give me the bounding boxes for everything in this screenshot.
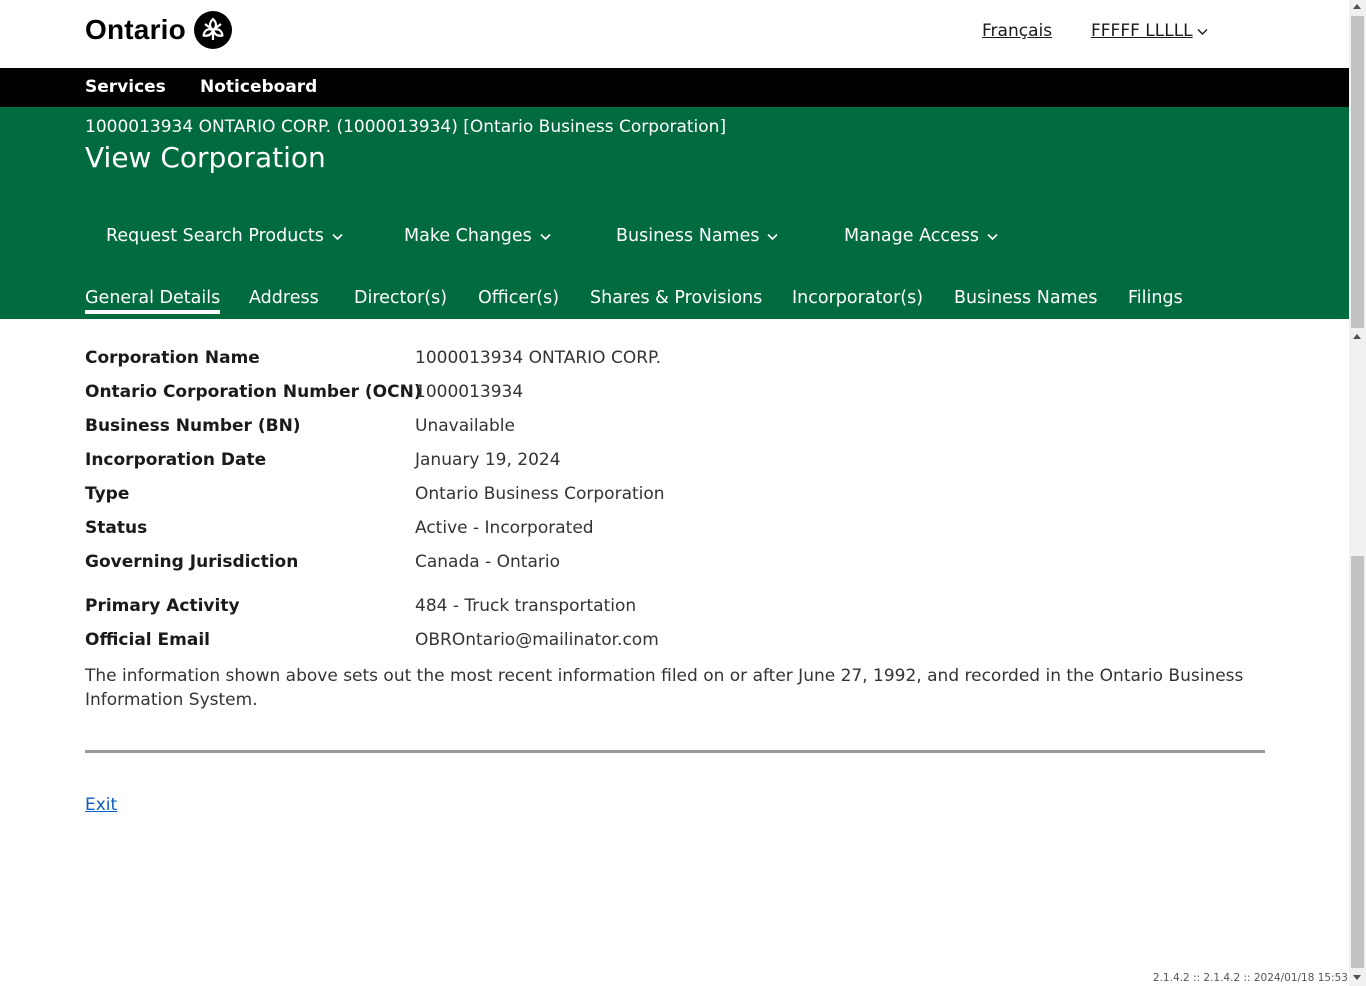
make-changes-menu[interactable]: Make Changes: [404, 226, 551, 246]
divider: [85, 750, 1265, 753]
detail-value: 1000013934: [415, 382, 524, 402]
detail-label: Status: [85, 518, 148, 538]
detail-row-ocn: Ontario Corporation Number (OCN) 1000013…: [85, 382, 1265, 406]
detail-value: Unavailable: [415, 416, 515, 436]
manage-access-menu[interactable]: Manage Access: [844, 226, 998, 246]
detail-label: Ontario Corporation Number (OCN): [85, 382, 422, 402]
vertical-scrollbar[interactable]: [1349, 0, 1366, 986]
tab-filings[interactable]: Filings: [1128, 288, 1183, 308]
chevron-down-icon: [987, 226, 998, 246]
detail-row-primary-activity: Primary Activity 484 - Truck transportat…: [85, 596, 1265, 620]
exit-link[interactable]: Exit: [85, 795, 117, 815]
make-changes-label: Make Changes: [404, 226, 532, 246]
business-names-menu-label: Business Names: [616, 226, 760, 246]
detail-value: Active - Incorporated: [415, 518, 594, 538]
detail-label: Official Email: [85, 630, 210, 650]
detail-label: Corporation Name: [85, 348, 260, 368]
tab-general-details[interactable]: General Details: [85, 288, 221, 314]
detail-row-status: Status Active - Incorporated: [85, 518, 1265, 542]
page-title: View Corporation: [85, 141, 326, 174]
chevron-down-icon: [1197, 21, 1208, 41]
corporation-header: 1000013934 ONTARIO CORP. (1000013934) [O…: [0, 107, 1349, 319]
scroll-up-arrow-icon[interactable]: [1353, 334, 1361, 339]
detail-row-business-number: Business Number (BN) Unavailable: [85, 416, 1265, 440]
version-info: 2.1.4.2 :: 2.1.4.2 :: 2024/01/18 15:53: [1152, 972, 1348, 984]
detail-row-governing-jurisdiction: Governing Jurisdiction Canada - Ontario: [85, 552, 1265, 576]
information-note: The information shown above sets out the…: [85, 666, 1244, 710]
detail-row-corporation-name: Corporation Name 1000013934 ONTARIO CORP…: [85, 348, 1265, 372]
ontario-logo[interactable]: Ontario: [85, 11, 232, 49]
detail-label: Incorporation Date: [85, 450, 267, 470]
french-language-link[interactable]: Français: [982, 21, 1052, 41]
tab-shares-provisions[interactable]: Shares & Provisions: [590, 288, 762, 308]
logo-text: Ontario: [85, 14, 186, 45]
nav-noticeboard[interactable]: Noticeboard: [200, 77, 317, 97]
scrollbar-thumb-upper[interactable]: [1351, 16, 1364, 328]
main-nav: Services Noticeboard: [0, 68, 1349, 107]
detail-value: Ontario Business Corporation: [415, 484, 665, 504]
chevron-down-icon: [332, 226, 343, 246]
detail-row-official-email: Official Email OBROntario@mailinator.com: [85, 630, 1265, 654]
detail-value: 484 - Truck transportation: [415, 596, 637, 616]
user-menu[interactable]: FFFFF LLLLL: [1091, 21, 1208, 41]
tab-business-names[interactable]: Business Names: [954, 288, 1097, 308]
detail-row-incorporation-date: Incorporation Date January 19, 2024: [85, 450, 1265, 474]
scrollbar-thumb[interactable]: [1351, 556, 1364, 968]
page: Ontario Français FFFFF LLLLL Services No…: [0, 0, 1349, 986]
tab-directors[interactable]: Director(s): [354, 288, 447, 308]
corporation-heading: 1000013934 ONTARIO CORP. (1000013934) [O…: [85, 117, 727, 137]
request-search-products-label: Request Search Products: [106, 226, 324, 246]
detail-value: 1000013934 ONTARIO CORP.: [415, 348, 662, 368]
ontario-trillium-icon: [193, 11, 232, 49]
detail-label: Primary Activity: [85, 596, 240, 616]
nav-services[interactable]: Services: [85, 77, 166, 97]
scroll-up-arrow-icon[interactable]: [1353, 4, 1361, 9]
detail-label: Business Number (BN): [85, 416, 301, 436]
detail-value: OBROntario@mailinator.com: [415, 630, 659, 650]
detail-value: Canada - Ontario: [415, 552, 560, 572]
detail-label: Type: [85, 484, 130, 504]
tab-officers[interactable]: Officer(s): [478, 288, 559, 308]
detail-row-type: Type Ontario Business Corporation: [85, 484, 1265, 508]
tab-address[interactable]: Address: [249, 288, 319, 308]
detail-value: January 19, 2024: [415, 450, 561, 470]
business-names-menu[interactable]: Business Names: [616, 226, 779, 246]
chevron-down-icon: [767, 226, 779, 246]
manage-access-label: Manage Access: [844, 226, 979, 246]
scroll-down-arrow-icon[interactable]: [1353, 975, 1361, 980]
request-search-products-menu[interactable]: Request Search Products: [106, 226, 343, 246]
detail-label: Governing Jurisdiction: [85, 552, 299, 572]
user-name: FFFFF LLLLL: [1091, 21, 1193, 41]
chevron-down-icon: [540, 226, 551, 246]
tab-incorporators[interactable]: Incorporator(s): [792, 288, 923, 308]
top-header: Ontario Français FFFFF LLLLL: [0, 0, 1349, 68]
